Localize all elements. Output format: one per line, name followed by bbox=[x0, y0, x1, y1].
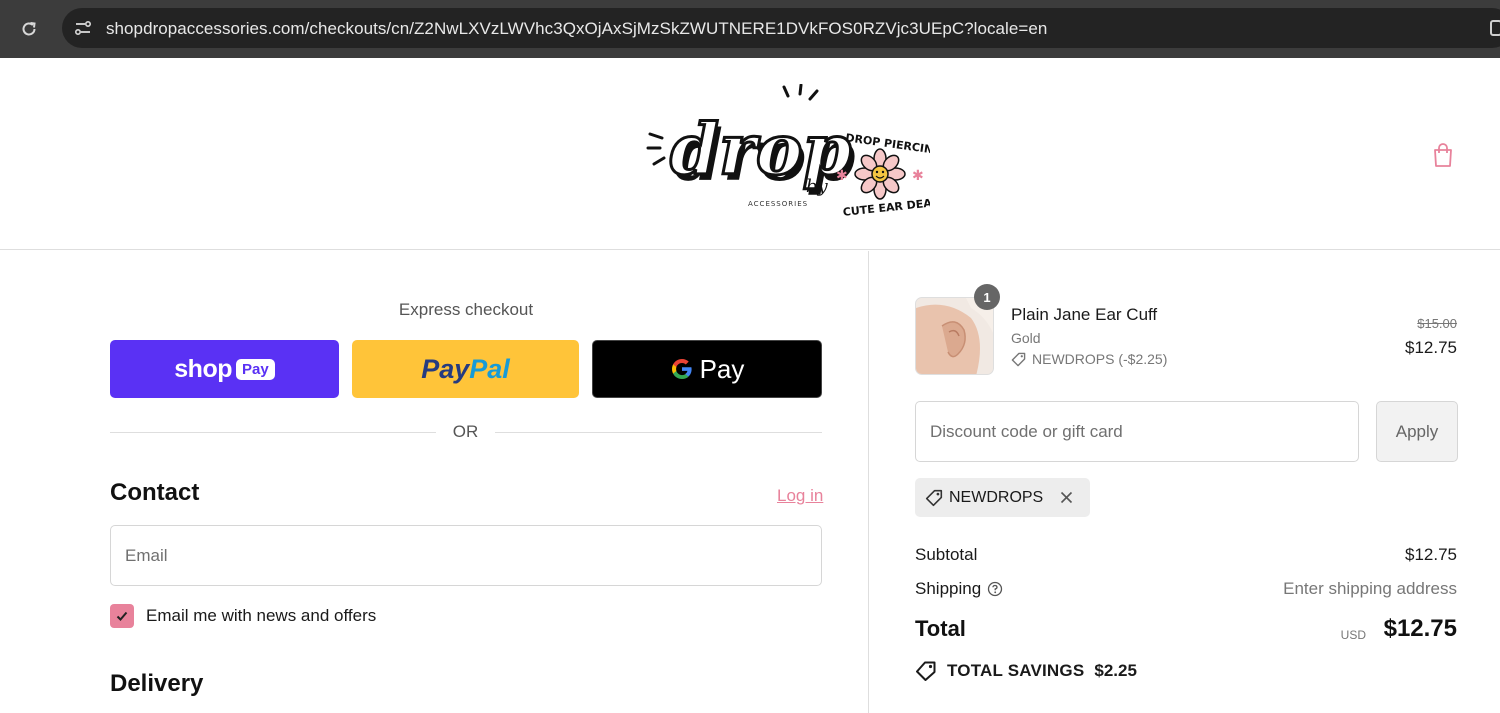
shipping-label-row: Shipping bbox=[915, 579, 1003, 599]
address-bar[interactable]: shopdropaccessories.com/checkouts/cn/Z2N… bbox=[62, 8, 1500, 48]
or-label: OR bbox=[452, 422, 479, 441]
express-checkout-title: Express checkout bbox=[398, 300, 534, 319]
google-pay-button[interactable]: Pay bbox=[592, 340, 822, 398]
newsletter-checkbox[interactable] bbox=[110, 604, 134, 628]
applied-code-label: NEWDROPS bbox=[949, 488, 1044, 506]
shipping-label: Shipping bbox=[915, 579, 982, 598]
apply-button[interactable]: Apply bbox=[1376, 401, 1458, 462]
svg-text:✱: ✱ bbox=[912, 167, 924, 183]
checkmark-icon bbox=[116, 611, 128, 621]
store-header: drop drop ACCESSORIES by DROP PIERCING C… bbox=[0, 58, 1500, 250]
badge-bottom-text: CUTE EAR DEAR bbox=[842, 196, 930, 219]
newsletter-label[interactable]: Email me with news and offers bbox=[146, 606, 376, 626]
paypal-logo-part1: Pay bbox=[421, 353, 470, 384]
site-info-icon bbox=[74, 20, 92, 36]
logo-artwork: drop drop ACCESSORIES by DROP PIERCING C… bbox=[646, 83, 943, 219]
close-icon bbox=[1060, 491, 1072, 504]
site-info-button[interactable] bbox=[72, 17, 94, 39]
product-discount-label: NEWDROPS (-$2.25) bbox=[1032, 351, 1168, 367]
extension-icon[interactable] bbox=[1490, 20, 1500, 36]
total-savings-label: TOTAL SAVINGS bbox=[947, 661, 1085, 680]
product-name: Plain Jane Ear Cuff bbox=[1011, 305, 1158, 324]
login-link[interactable]: Log in bbox=[777, 486, 823, 506]
email-field[interactable] bbox=[110, 525, 822, 586]
tag-icon bbox=[925, 489, 943, 506]
savings-tag-icon bbox=[916, 661, 936, 681]
quantity-badge: 1 bbox=[974, 284, 1000, 310]
applied-discount-tag: NEWDROPS bbox=[915, 478, 1090, 517]
ear-image bbox=[916, 298, 993, 374]
shopping-bag-icon bbox=[1434, 143, 1452, 167]
or-line-left bbox=[110, 432, 436, 433]
contact-title: Contact bbox=[110, 479, 200, 506]
store-logo[interactable]: drop drop ACCESSORIES by DROP PIERCING C… bbox=[640, 83, 943, 224]
paypal-logo: PayPal bbox=[421, 354, 510, 385]
paypal-button[interactable]: PayPal bbox=[352, 340, 579, 398]
shop-pay-word: shop bbox=[174, 354, 232, 383]
logo-by: by bbox=[806, 176, 829, 197]
reload-button[interactable] bbox=[14, 15, 44, 43]
logo-accessories: ACCESSORIES bbox=[748, 200, 808, 208]
shop-pay-badge: Pay bbox=[236, 358, 275, 380]
question-circle-icon[interactable] bbox=[987, 581, 1003, 597]
original-price: $15.00 bbox=[1417, 316, 1457, 331]
or-separator: OR bbox=[110, 421, 822, 443]
url-text[interactable]: shopdropaccessories.com/checkouts/cn/Z2N… bbox=[106, 19, 1047, 39]
reload-icon bbox=[22, 22, 36, 36]
google-pay-word: Pay bbox=[699, 353, 745, 384]
cart-button[interactable] bbox=[1428, 140, 1458, 170]
current-price: $12.75 bbox=[1405, 338, 1457, 357]
paypal-logo-part2: Pal bbox=[469, 353, 510, 384]
subtotal-label: Subtotal bbox=[915, 545, 978, 564]
delivery-title: Delivery bbox=[110, 670, 204, 697]
remove-discount-button[interactable] bbox=[1057, 489, 1075, 507]
shipping-value: Enter shipping address bbox=[1283, 579, 1457, 598]
total-currency: USD bbox=[1340, 628, 1366, 642]
browser-toolbar: shopdropaccessories.com/checkouts/cn/Z2N… bbox=[0, 0, 1500, 58]
tag-icon bbox=[1011, 352, 1026, 366]
google-g-icon bbox=[671, 359, 692, 379]
badge-top-text: DROP PIERCING bbox=[845, 131, 930, 157]
column-divider bbox=[868, 251, 869, 713]
subtotal-value: $12.75 bbox=[1405, 545, 1457, 564]
product-variant: Gold bbox=[1011, 330, 1041, 346]
total-label: Total bbox=[915, 616, 966, 641]
total-savings-row: TOTAL SAVINGS $2.25 bbox=[915, 661, 1137, 681]
shop-pay-button[interactable]: shop Pay bbox=[110, 340, 339, 398]
discount-code-input[interactable] bbox=[915, 401, 1359, 462]
product-discount: NEWDROPS (-$2.25) bbox=[1011, 351, 1167, 367]
total-savings-value: $2.25 bbox=[1094, 661, 1137, 680]
total-value: $12.75 bbox=[1383, 615, 1457, 642]
svg-text:✱: ✱ bbox=[836, 167, 848, 183]
or-line-right bbox=[495, 432, 822, 433]
